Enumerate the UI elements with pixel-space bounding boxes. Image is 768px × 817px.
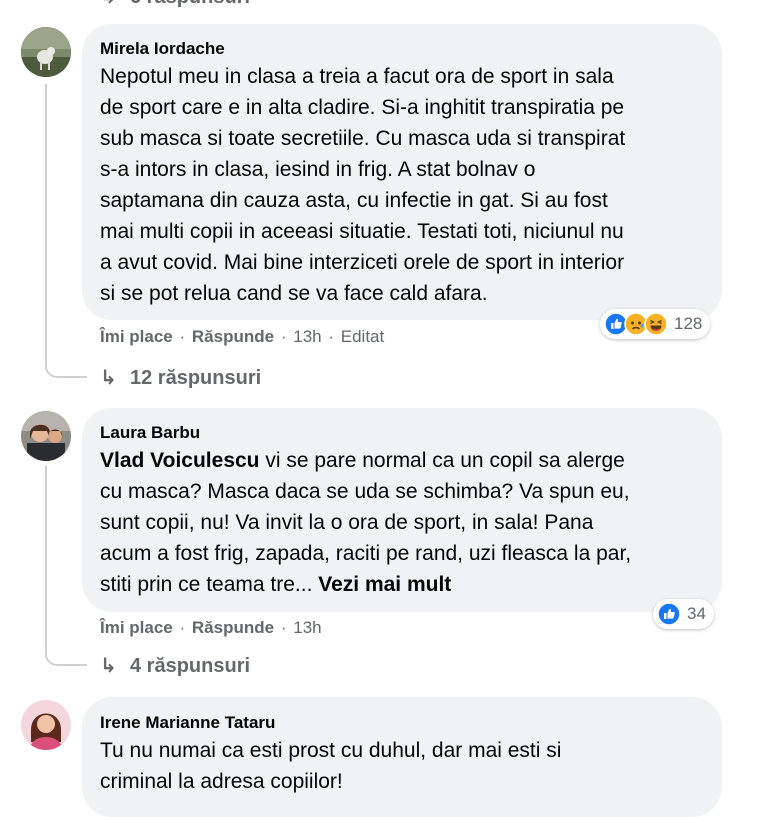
comment-actions: Îmi place · Răspunde · 13h bbox=[100, 618, 322, 638]
comment-line: sub masca si toate secretiile. Cu masca … bbox=[100, 127, 626, 150]
comment-line: stiti prin ce teama tre... Vezi mai mult bbox=[100, 573, 452, 596]
comment-author[interactable]: Irene Marianne Tataru bbox=[100, 713, 275, 733]
reply-arrow-icon: ↳ bbox=[100, 655, 117, 677]
comment-text: Tu nu numai ca esti prost cu duhul, dar … bbox=[100, 735, 561, 797]
comment-line: saptamana din cauza asta, cu infectie in… bbox=[100, 189, 608, 212]
separator: · bbox=[179, 618, 186, 637]
comment-line: Nepotul meu in clasa a treia a facut ora… bbox=[100, 65, 614, 88]
thread-connector bbox=[45, 294, 87, 378]
avatar[interactable] bbox=[21, 700, 71, 750]
like-icon bbox=[657, 602, 681, 626]
reaction-count: 128 bbox=[674, 314, 703, 333]
comment-text: Nepotul meu in clasa a treia a facut ora… bbox=[100, 61, 625, 309]
comment-line: cu masca? Masca daca se uda se schimba? … bbox=[100, 480, 630, 503]
timestamp[interactable]: 13h bbox=[293, 327, 321, 346]
avatar-image bbox=[21, 411, 71, 461]
comment-actions: Îmi place · Răspunde · 13h · Editat bbox=[100, 327, 384, 347]
comment-line: a avut covid. Mai bine interziceti orele… bbox=[100, 251, 625, 274]
view-replies-link[interactable]: ↳ 12 răspunsuri bbox=[100, 365, 261, 390]
reply-button[interactable]: Răspunde bbox=[192, 618, 274, 637]
view-replies-link[interactable]: ↳ 4 răspunsuri bbox=[100, 653, 250, 678]
avatar[interactable] bbox=[21, 27, 71, 77]
reaction-summary[interactable]: 128 bbox=[600, 309, 711, 339]
thread-line bbox=[45, 466, 47, 586]
separator: · bbox=[328, 327, 335, 346]
avatar-image bbox=[21, 27, 71, 77]
reply-arrow-icon: ↳ bbox=[100, 0, 130, 9]
haha-icon bbox=[644, 312, 668, 336]
separator: · bbox=[280, 618, 287, 637]
top-replies-link[interactable]: ↳6 răspunsuri bbox=[100, 0, 250, 9]
comment-line: mai multi copii in aceeasi situatie. Tes… bbox=[100, 220, 624, 243]
reply-button[interactable]: Răspunde bbox=[192, 327, 274, 346]
reply-arrow-icon: ↳ bbox=[100, 367, 117, 389]
comment-line: criminal la adresa copiilor! bbox=[100, 770, 343, 793]
reaction-count: 34 bbox=[687, 604, 706, 623]
separator: · bbox=[280, 327, 287, 346]
thread-connector bbox=[45, 586, 87, 666]
comment-line: acum a fost frig, zapada, raciti pe rand… bbox=[100, 542, 632, 565]
separator: · bbox=[179, 327, 186, 346]
timestamp[interactable]: 13h bbox=[293, 618, 321, 637]
comment-line: Vlad Voiculescu vi se pare normal ca un … bbox=[100, 449, 625, 472]
avatar-image bbox=[21, 700, 71, 750]
like-button[interactable]: Îmi place bbox=[100, 618, 173, 637]
comment-author[interactable]: Laura Barbu bbox=[100, 423, 200, 443]
reaction-summary[interactable]: 34 bbox=[653, 599, 714, 629]
avatar[interactable] bbox=[21, 411, 71, 461]
comment-line: s-a intors in clasa, iesind in frig. A s… bbox=[100, 158, 536, 181]
edited-label: Editat bbox=[340, 327, 385, 346]
comment-line: de sport care e in alta cladire. Si-a in… bbox=[100, 96, 625, 119]
like-button[interactable]: Îmi place bbox=[100, 327, 173, 346]
mention-link[interactable]: Vlad Voiculescu bbox=[100, 449, 260, 472]
comment-line: si se pot relua cand se va face cald afa… bbox=[100, 282, 488, 305]
thread-line bbox=[45, 84, 47, 294]
comment-line: Tu nu numai ca esti prost cu duhul, dar … bbox=[100, 739, 562, 762]
see-more-link[interactable]: Vezi mai mult bbox=[318, 573, 451, 596]
comment-text: Vlad Voiculescu vi se pare normal ca un … bbox=[100, 445, 631, 600]
comment-line: sunt copii, nu! Va invit la o ora de spo… bbox=[100, 511, 594, 534]
comment-author[interactable]: Mirela Iordache bbox=[100, 39, 225, 59]
